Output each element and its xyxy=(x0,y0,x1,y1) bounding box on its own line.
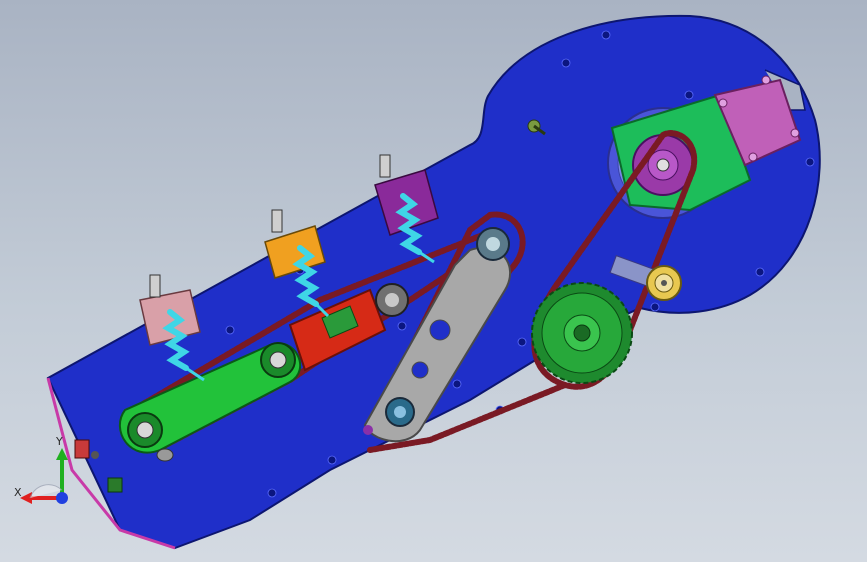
mount-screw xyxy=(718,98,728,108)
mount-screw xyxy=(748,152,758,162)
x-axis-label: X xyxy=(14,486,22,499)
mechanism-assembly-model[interactable] xyxy=(0,0,867,562)
plate-hole xyxy=(561,58,571,68)
plate-hole xyxy=(650,302,660,312)
plate-hole xyxy=(517,337,527,347)
lower-bolt xyxy=(156,448,174,462)
plate-hole xyxy=(327,455,337,465)
plate-hole xyxy=(805,157,815,167)
plate-hole xyxy=(397,321,407,331)
view-triad[interactable]: X Y xyxy=(0,430,90,520)
arm-cutout xyxy=(411,361,429,379)
plate-hole xyxy=(601,30,611,40)
gear-hub xyxy=(573,324,591,342)
large-gear[interactable] xyxy=(531,282,633,384)
plate-hole xyxy=(755,267,765,277)
plate-hole xyxy=(452,379,462,389)
plate-hole xyxy=(267,488,277,498)
plate-hole xyxy=(684,90,694,100)
motor-shaft xyxy=(656,158,670,172)
mount-screw xyxy=(790,128,800,138)
mount-screw xyxy=(761,75,771,85)
arm-cutout xyxy=(429,319,451,341)
view-triad-icon xyxy=(20,448,68,504)
cad-graphics-viewport[interactable]: X Y xyxy=(0,0,867,562)
plate-hole xyxy=(225,325,235,335)
y-axis-label: Y xyxy=(56,435,63,448)
